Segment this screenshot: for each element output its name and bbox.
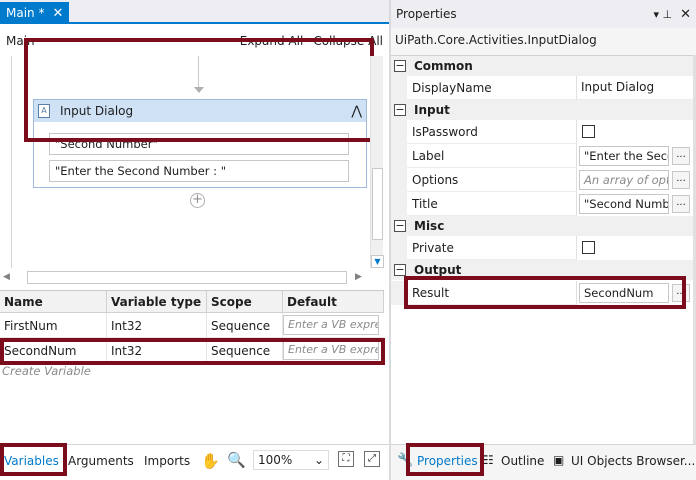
- properties-pane: Properties ▾ ⊥ ✕ UiPath.Core.Activities.…: [391, 0, 696, 480]
- property-row-title[interactable]: Title "Second Numbe ...: [391, 192, 693, 216]
- zoom-magnifier-icon[interactable]: 🔍: [227, 451, 246, 469]
- close-icon[interactable]: ✕: [680, 7, 691, 22]
- category-label: Input: [414, 103, 450, 117]
- column-header-scope[interactable]: Scope: [207, 291, 283, 313]
- dialog-label-field[interactable]: "Enter the Second Number : ": [49, 160, 349, 182]
- variable-default-input[interactable]: Enter a VB expre: [283, 315, 379, 335]
- ellipsis-button[interactable]: ...: [672, 147, 690, 165]
- column-header-default[interactable]: Default: [283, 291, 384, 313]
- activity-highlight-box: [24, 38, 374, 142]
- tab-arguments[interactable]: Arguments: [68, 454, 134, 468]
- scroll-left-icon[interactable]: ◀: [3, 272, 10, 282]
- canvas-horizontal-scrollbar[interactable]: ◀ ▶: [0, 268, 370, 288]
- property-name: DisplayName: [407, 76, 577, 100]
- column-header-name[interactable]: Name: [0, 291, 107, 313]
- property-name: Label: [407, 144, 577, 168]
- ui-objects-icon: ▣: [553, 453, 565, 467]
- options-input[interactable]: An array of opti: [579, 170, 669, 190]
- table-row[interactable]: FirstNum Int32 Sequence Enter a VB expre: [0, 313, 384, 338]
- property-name: Options: [407, 168, 577, 192]
- zoom-level-value: 100%: [258, 453, 293, 467]
- vertical-scroll-thumb[interactable]: [372, 168, 383, 240]
- category-misc[interactable]: − Misc: [391, 216, 693, 236]
- column-header-type[interactable]: Variable type: [107, 291, 207, 313]
- fit-to-screen-icon[interactable]: ⛶: [338, 451, 354, 467]
- tab-main-label: Main *: [6, 6, 45, 20]
- private-checkbox[interactable]: [582, 241, 595, 254]
- horizontal-scroll-thumb[interactable]: [27, 271, 347, 284]
- collapse-toggle-icon[interactable]: −: [394, 264, 406, 276]
- properties-panel-title: Properties: [396, 7, 457, 21]
- tab-imports[interactable]: Imports: [144, 454, 190, 468]
- tab-main[interactable]: Main * ✕: [0, 2, 70, 24]
- tab-ui-objects-browser[interactable]: UI Objects Browser...: [571, 454, 695, 468]
- workflow-designer-pane: Main * ✕ Main Expand All Collapse All + …: [0, 0, 389, 480]
- properties-titlebar: Properties ▾ ⊥ ✕: [391, 0, 696, 28]
- canvas-vertical-scrollbar[interactable]: ▼: [370, 56, 384, 268]
- property-row-label[interactable]: Label "Enter the Seco ...: [391, 144, 693, 168]
- property-name: Title: [407, 192, 577, 216]
- property-grid: − Common DisplayName Input Dialog − Inpu…: [391, 55, 693, 445]
- property-row-private[interactable]: Private: [391, 236, 693, 260]
- property-value[interactable]: Input Dialog: [577, 76, 693, 100]
- variable-row-highlight-box: [0, 338, 385, 365]
- close-icon[interactable]: ✕: [52, 7, 63, 20]
- collapse-toggle-icon[interactable]: −: [394, 60, 406, 72]
- ellipsis-button[interactable]: ...: [672, 171, 690, 189]
- variable-scope-cell[interactable]: Sequence: [207, 313, 283, 338]
- variable-type-cell[interactable]: Int32: [107, 313, 207, 338]
- document-tab-bar: Main * ✕: [0, 0, 389, 24]
- title-input[interactable]: "Second Numbe: [579, 194, 669, 214]
- outline-icon: ☷: [483, 453, 494, 467]
- category-label: Misc: [414, 219, 445, 233]
- ispassword-checkbox[interactable]: [582, 125, 595, 138]
- tab-outline[interactable]: Outline: [501, 454, 544, 468]
- category-label: Common: [414, 59, 473, 73]
- activity-type-label: UiPath.Core.Activities.InputDialog: [395, 33, 597, 47]
- properties-tab-highlight-box: [406, 443, 484, 476]
- property-row-displayname[interactable]: DisplayName Input Dialog: [391, 76, 693, 100]
- zoom-level-dropdown[interactable]: 100% ⌄: [253, 450, 329, 470]
- category-input[interactable]: − Input: [391, 100, 693, 120]
- category-label: Output: [414, 263, 462, 277]
- scroll-down-icon[interactable]: ▼: [371, 255, 384, 268]
- chevron-down-icon: ⌄: [313, 453, 324, 467]
- add-activity-icon[interactable]: +: [190, 193, 205, 208]
- create-variable-link[interactable]: Create Variable: [2, 364, 91, 378]
- collapse-toggle-icon[interactable]: −: [394, 220, 406, 232]
- property-name: IsPassword: [407, 120, 577, 144]
- pin-icon[interactable]: ▾ ⊥: [653, 8, 672, 21]
- variables-grid: Name Variable type Scope Default FirstNu…: [0, 290, 384, 440]
- result-row-highlight-box: [404, 276, 686, 309]
- scroll-right-icon[interactable]: ▶: [355, 272, 362, 282]
- pan-hand-icon[interactable]: ✋: [201, 452, 220, 470]
- property-row-options[interactable]: Options An array of opti ...: [391, 168, 693, 192]
- collapse-toggle-icon[interactable]: −: [394, 104, 406, 116]
- label-input[interactable]: "Enter the Seco: [579, 146, 669, 166]
- property-row-ispassword[interactable]: IsPassword: [391, 120, 693, 144]
- property-name: Private: [407, 236, 577, 260]
- ellipsis-button[interactable]: ...: [672, 195, 690, 213]
- variables-tab-highlight-box: [0, 443, 67, 476]
- category-common[interactable]: − Common: [391, 56, 693, 76]
- variable-name-cell[interactable]: FirstNum: [0, 313, 107, 338]
- reset-zoom-icon[interactable]: ⤢: [364, 451, 380, 467]
